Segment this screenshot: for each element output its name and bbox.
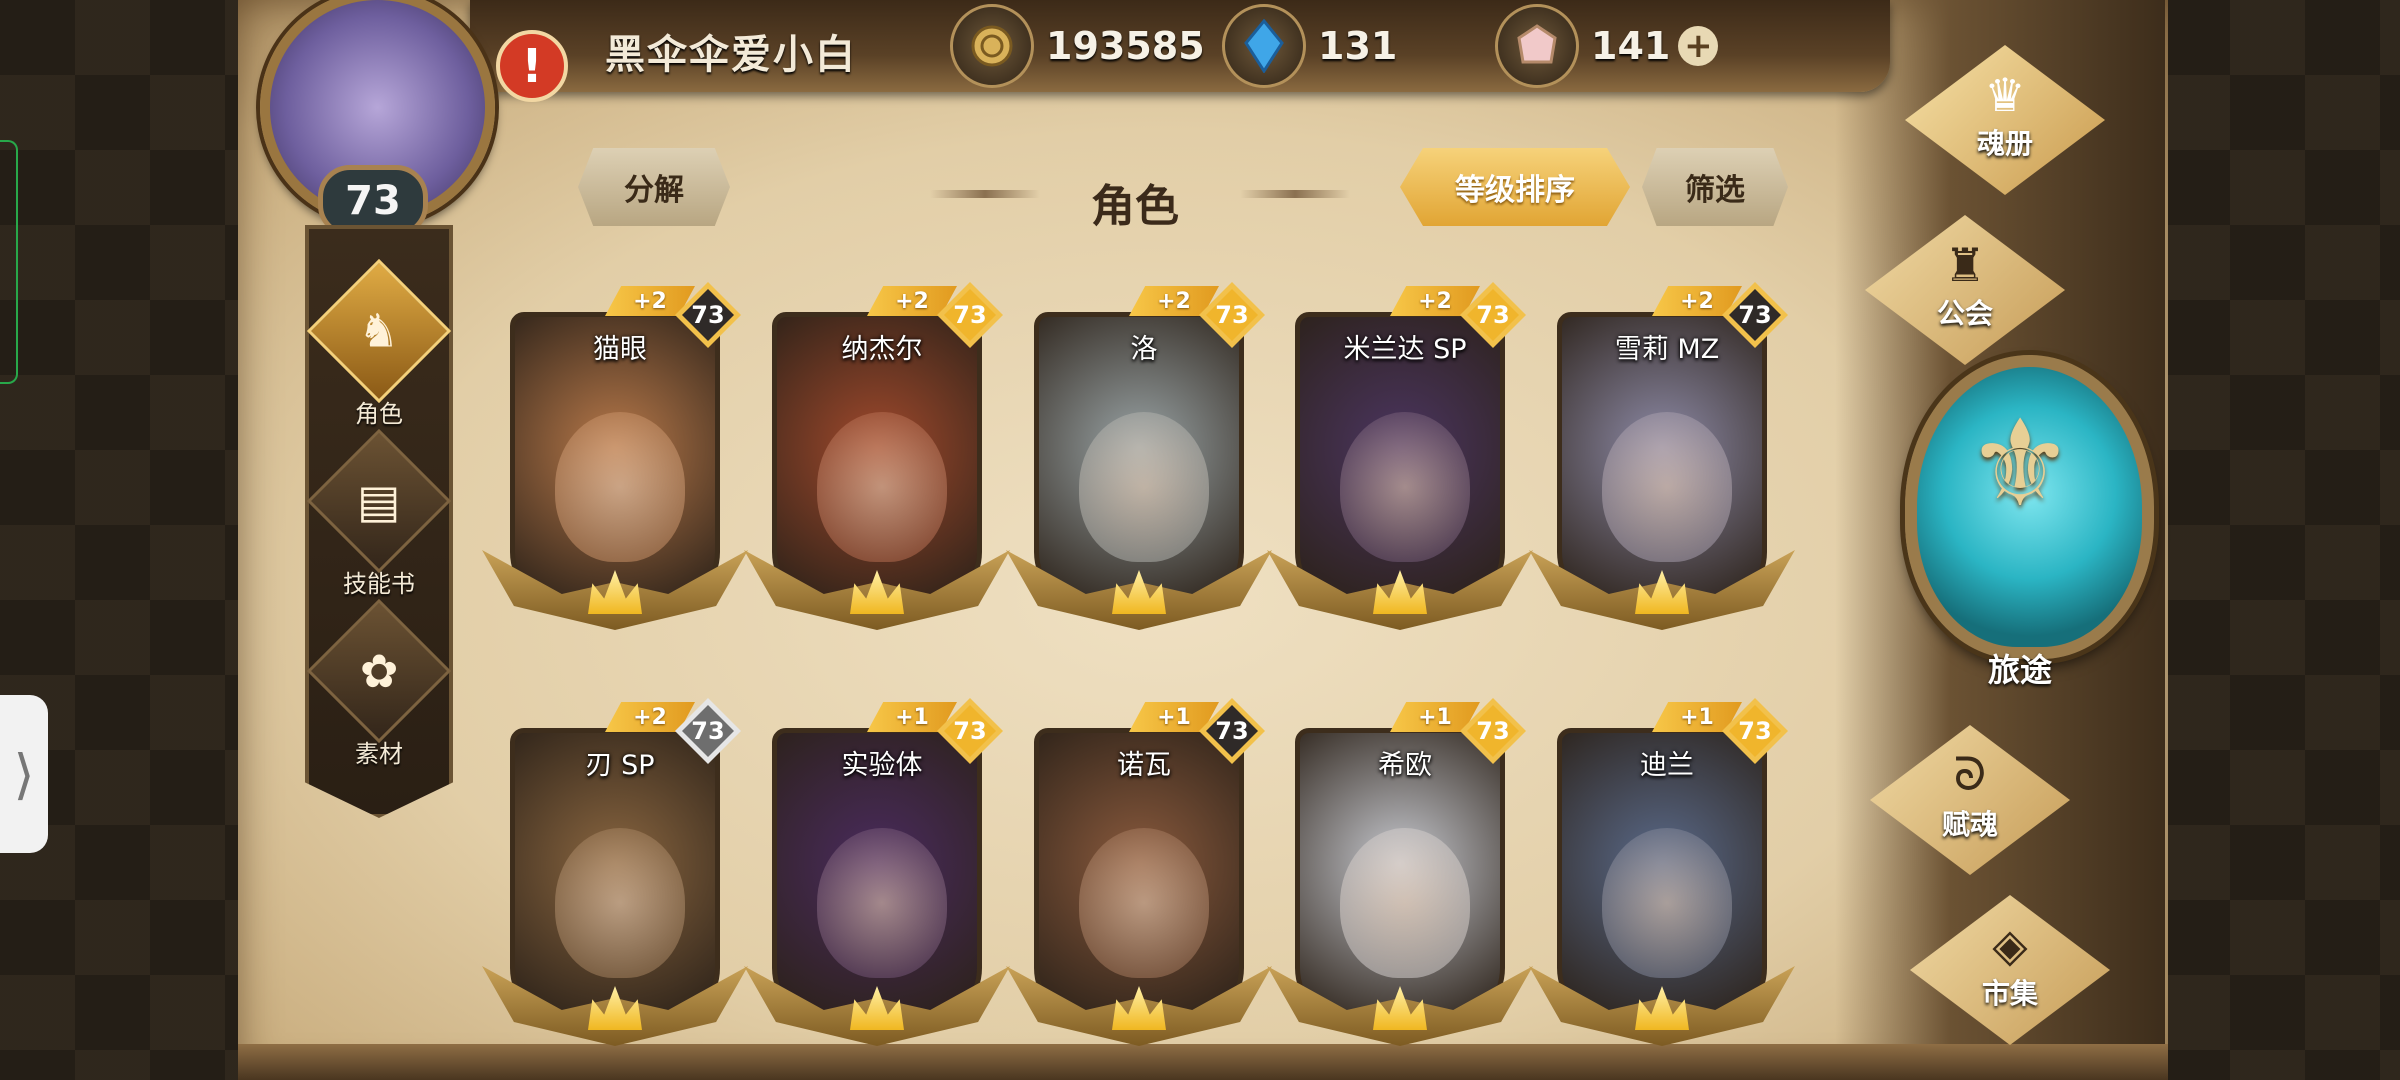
chevron-right-icon: ⟩ (13, 742, 35, 806)
character-name: 纳杰尔 (841, 334, 923, 365)
character-name: 雪莉 MZ (1614, 334, 1720, 365)
character-portrait: 纳杰尔 (772, 312, 982, 612)
character-card[interactable]: 洛 +2 73 (1006, 282, 1272, 642)
character-card[interactable]: 希欧 +1 73 (1267, 698, 1533, 1058)
character-face (1079, 828, 1209, 978)
character-face (1602, 828, 1732, 978)
character-face (1079, 412, 1209, 562)
character-name: 米兰达 SP (1343, 334, 1467, 365)
left-background (0, 0, 245, 1080)
gem-resource[interactable]: 141 + (1495, 4, 1719, 88)
character-name: 洛 (1130, 334, 1158, 365)
guild-button[interactable]: ♜ 公会 (1845, 215, 2085, 365)
player-name: 黑伞伞爱小白 (605, 32, 857, 78)
gold-resource[interactable]: 193585 (950, 4, 1205, 88)
market-button[interactable]: ◈ 市集 (1890, 895, 2130, 1045)
side-edge-indicator (0, 140, 18, 384)
character-face (555, 412, 685, 562)
soul-gift-label: 赋魂 (1941, 808, 1998, 841)
skill-book-icon: ▤ (306, 428, 452, 574)
gold-coin-icon (950, 4, 1034, 88)
material-icon: ✿ (306, 598, 452, 744)
character-portrait: 迪兰 (1557, 728, 1767, 1028)
decompose-button[interactable]: 分解 (578, 148, 730, 226)
character-name: 实验体 (841, 750, 923, 781)
player-avatar[interactable]: 73 ! (240, 0, 568, 245)
character-card[interactable]: 纳杰尔 +2 73 (744, 282, 1010, 642)
guild-label: 公会 (1936, 297, 1993, 330)
character-face (555, 828, 685, 978)
side-item-characters[interactable]: ♞ 角色 (306, 258, 452, 434)
character-face (817, 412, 947, 562)
guild-dragon-icon: ♜ (1944, 238, 1986, 292)
soul-gift-button[interactable]: ᘐ 赋魂 (1850, 725, 2090, 875)
title-ornament-left (930, 190, 1040, 198)
character-name: 猫眼 (593, 334, 647, 365)
character-portrait: 雪莉 MZ (1557, 312, 1767, 612)
market-gem-icon: ◈ (1992, 918, 2028, 972)
journey-button[interactable]: ⚜ 旅途 (1900, 355, 2154, 689)
soul-book-label: 魂册 (1976, 127, 2033, 160)
side-menu: ♞ 角色 ▤ 技能书 ✿ 素材 (305, 225, 453, 818)
market-label: 市集 (1981, 977, 2038, 1010)
character-card[interactable]: 迪兰 +1 73 (1529, 698, 1795, 1058)
character-name: 刃 SP (585, 750, 655, 781)
character-portrait: 米兰达 SP (1295, 312, 1505, 612)
journey-crest-icon: ⚜ (1966, 395, 2074, 534)
character-face (1340, 412, 1470, 562)
character-portrait: 诺瓦 (1034, 728, 1244, 1028)
character-name: 希欧 (1378, 750, 1432, 781)
side-item-skill-books[interactable]: ▤ 技能书 (306, 428, 452, 604)
character-crest-icon: ♞ (306, 258, 452, 404)
character-portrait: 洛 (1034, 312, 1244, 612)
crystal-amount: 131 (1318, 24, 1398, 68)
sort-by-level-button[interactable]: 等级排序 (1400, 148, 1630, 226)
top-bar: 黑伞伞爱小白 193585 131 141 + (470, 0, 1890, 92)
crystal-resource[interactable]: 131 (1222, 4, 1398, 88)
character-name: 迪兰 (1640, 750, 1694, 781)
character-face (817, 828, 947, 978)
character-face (1340, 828, 1470, 978)
page-title: 角色 (1091, 181, 1179, 232)
pink-gem-icon (1495, 4, 1579, 88)
character-portrait: 希欧 (1295, 728, 1505, 1028)
character-face (1602, 412, 1732, 562)
character-card[interactable]: 米兰达 SP +2 73 (1267, 282, 1533, 642)
gem-amount: 141 (1591, 24, 1671, 68)
add-gem-button[interactable]: + (1678, 26, 1719, 66)
character-portrait: 实验体 (772, 728, 982, 1028)
character-card[interactable]: 猫眼 +2 73 (482, 282, 748, 642)
drawer-handle[interactable]: ⟩ (0, 695, 48, 853)
soul-book-button[interactable]: ♛ 魂册 (1885, 45, 2125, 195)
right-background (2155, 0, 2400, 1080)
side-item-materials[interactable]: ✿ 素材 (306, 598, 452, 774)
title-ornament-right (1240, 190, 1350, 198)
character-portrait: 刃 SP (510, 728, 720, 1028)
character-card[interactable]: 雪莉 MZ +2 73 (1529, 282, 1795, 642)
character-portrait: 猫眼 (510, 312, 720, 612)
soul-book-crest-icon: ♛ (1984, 68, 2026, 122)
blue-crystal-icon (1222, 4, 1306, 88)
soul-flame-icon: ᘐ (1953, 747, 1987, 801)
filter-button[interactable]: 筛选 (1642, 148, 1788, 226)
character-card[interactable]: 实验体 +1 73 (744, 698, 1010, 1058)
character-name: 诺瓦 (1117, 750, 1171, 781)
gold-amount: 193585 (1046, 24, 1205, 68)
journey-label: 旅途 (1987, 651, 2052, 689)
character-card[interactable]: 刃 SP +2 73 (482, 698, 748, 1058)
alert-icon[interactable]: ! (496, 30, 568, 102)
character-card[interactable]: 诺瓦 +1 73 (1006, 698, 1272, 1058)
